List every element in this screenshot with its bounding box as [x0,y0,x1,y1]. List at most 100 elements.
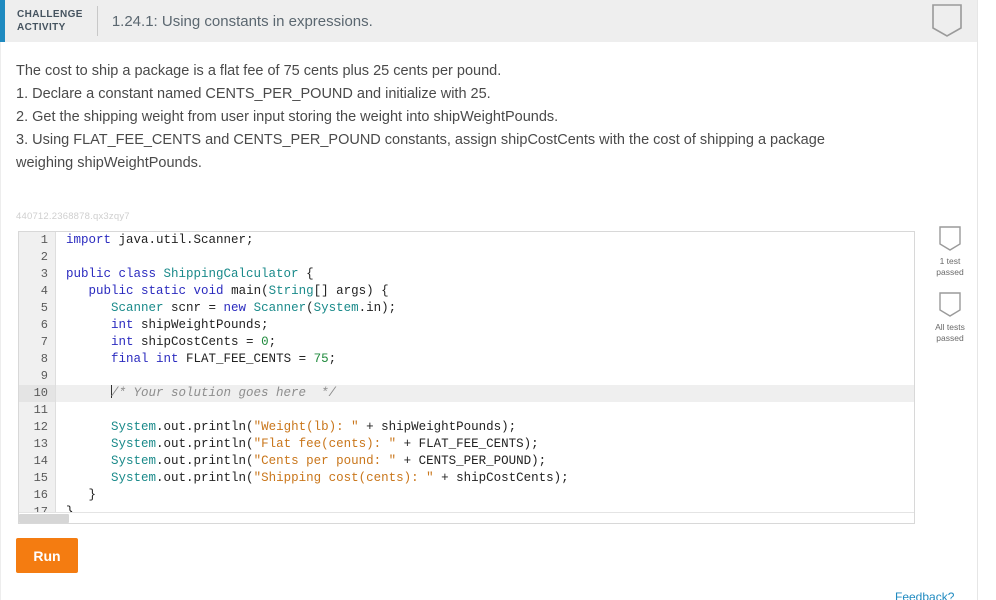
code-token: shipWeightPounds; [133,318,269,332]
feedback-link[interactable]: Feedback? [895,590,954,600]
instruction-line: 1. Declare a constant named CENTS_PER_PO… [16,86,491,102]
line-number: 6 [19,317,55,334]
code-token: int [111,335,134,349]
line-number: 12 [19,419,55,436]
code-token: .in); [358,301,397,315]
code-token: + CENTS_PER_POUND); [396,454,547,468]
test-results-sidebar: 1 test passed All tests passed [922,226,978,358]
code-token: ; [328,352,337,366]
code-token: class [118,267,164,281]
code-token: 0 [261,335,269,349]
line-number: 15 [19,470,55,487]
code-line-text[interactable]: public static void main(String[] args) { [56,283,914,300]
test-result-label: 1 test [939,256,961,266]
instruction-line: 2. Get the shipping weight from user inp… [16,109,559,125]
line-number: 4 [19,283,55,300]
code-line-text[interactable] [56,249,914,266]
kicker-line-1: CHALLENGE [17,9,83,20]
code-line[interactable]: 5 Scanner scnr = new Scanner(System.in); [19,300,914,317]
code-line[interactable]: 6 int shipWeightPounds; [19,317,914,334]
code-line-text[interactable]: System.out.println("Shipping cost(cents)… [56,470,914,487]
code-line[interactable]: 8 final int FLAT_FEE_CENTS = 75; [19,351,914,368]
instruction-line: 3. Using FLAT_FEE_CENTS and CENTS_PER_PO… [16,132,825,148]
code-token: String [268,284,314,298]
code-line-text[interactable]: System.out.println("Cents per pound: " +… [56,453,914,470]
code-line-text[interactable]: } [56,487,914,504]
editor-scrollbar-thumb[interactable] [19,514,69,523]
code-token: .out.println( [156,420,254,434]
code-token: "Flat fee(cents): " [253,437,397,451]
code-token: void [193,284,232,298]
challenge-activity-page: CHALLENGE ACTIVITY 1.24.1: Using constan… [0,0,996,600]
code-line[interactable]: 2 [19,249,914,266]
code-token: ; [268,335,277,349]
code-line[interactable]: 10 /* Your solution goes here */ [19,385,914,402]
code-line-text[interactable]: System.out.println("Weight(lb): " + ship… [56,419,914,436]
code-line-text[interactable]: Scanner scnr = new Scanner(System.in); [56,300,914,317]
run-button[interactable]: Run [16,538,78,573]
code-token: new [223,301,254,315]
code-token: } [66,488,97,502]
code-token: 75 [313,352,329,366]
code-line-text[interactable]: final int FLAT_FEE_CENTS = 75; [56,351,914,368]
line-number: 3 [19,266,55,283]
code-line[interactable]: 11 [19,402,914,419]
code-line[interactable]: 12 System.out.println("Weight(lb): " + s… [19,419,914,436]
code-line[interactable]: 13 System.out.println("Flat fee(cents): … [19,436,914,453]
code-line[interactable]: 9 [19,368,914,385]
code-line[interactable]: 4 public static void main(String[] args)… [19,283,914,300]
code-line-text[interactable]: public class ShippingCalculator { [56,266,914,283]
code-line[interactable]: 3 public class ShippingCalculator { [19,266,914,283]
code-token: + FLAT_FEE_CENTS); [396,437,539,451]
code-token: final [111,352,157,366]
test-result-label: All tests [935,322,965,332]
code-token: { [306,267,314,281]
bookmark-ribbon-icon [938,292,962,318]
code-token: System [313,301,359,315]
code-line[interactable]: 7 int shipCostCents = 0; [19,334,914,351]
line-number: 1 [19,232,55,249]
code-line-text[interactable]: int shipCostCents = 0; [56,334,914,351]
bookmark-ribbon-icon [931,4,963,38]
code-token: shipCostCents = [133,335,262,349]
code-token: Scanner [111,301,164,315]
code-token: .out.println( [156,437,254,451]
line-number: 2 [19,249,55,266]
code-token: int [111,318,134,332]
code-token: /* Your solution goes here */ [111,386,337,400]
code-line-text[interactable] [56,368,914,385]
code-line[interactable]: 14 System.out.println("Cents per pound: … [19,453,914,470]
code-token: System [111,454,157,468]
code-line[interactable]: 15 System.out.println("Shipping cost(cen… [19,470,914,487]
code-line-text[interactable]: int shipWeightPounds; [56,317,914,334]
code-line[interactable]: 1 import java.util.Scanner; [19,232,914,249]
code-token: main( [231,284,269,298]
code-line[interactable]: 16 } [19,487,914,504]
code-line-text[interactable]: System.out.println("Flat fee(cents): " +… [56,436,914,453]
test-result-item[interactable]: 1 test passed [922,226,978,278]
line-number: 5 [19,300,55,317]
code-line-text[interactable] [56,402,914,419]
code-editor[interactable]: 1 import java.util.Scanner; 2 3 public class… [18,231,915,524]
instruction-line: weighing shipWeightPounds. [16,155,202,171]
kicker-line-2: ACTIVITY [17,22,66,33]
line-number: 8 [19,351,55,368]
line-number: 13 [19,436,55,453]
editor-horizontal-scrollbar[interactable] [19,512,914,523]
code-token: scnr = [163,301,224,315]
code-token: ( [306,301,314,315]
activity-id-label: 440712.2368878.qx3zqy7 [16,211,130,222]
code-line-text[interactable]: import java.util.Scanner; [56,232,914,249]
activity-kicker: CHALLENGE ACTIVITY [5,0,97,42]
test-result-item[interactable]: All tests passed [922,292,978,344]
code-lines-container[interactable]: 1 import java.util.Scanner; 2 3 public class… [19,232,914,521]
code-token: int [156,352,179,366]
code-line-text[interactable]: /* Your solution goes here */ [56,385,914,402]
activity-header: CHALLENGE ACTIVITY 1.24.1: Using constan… [0,0,978,42]
